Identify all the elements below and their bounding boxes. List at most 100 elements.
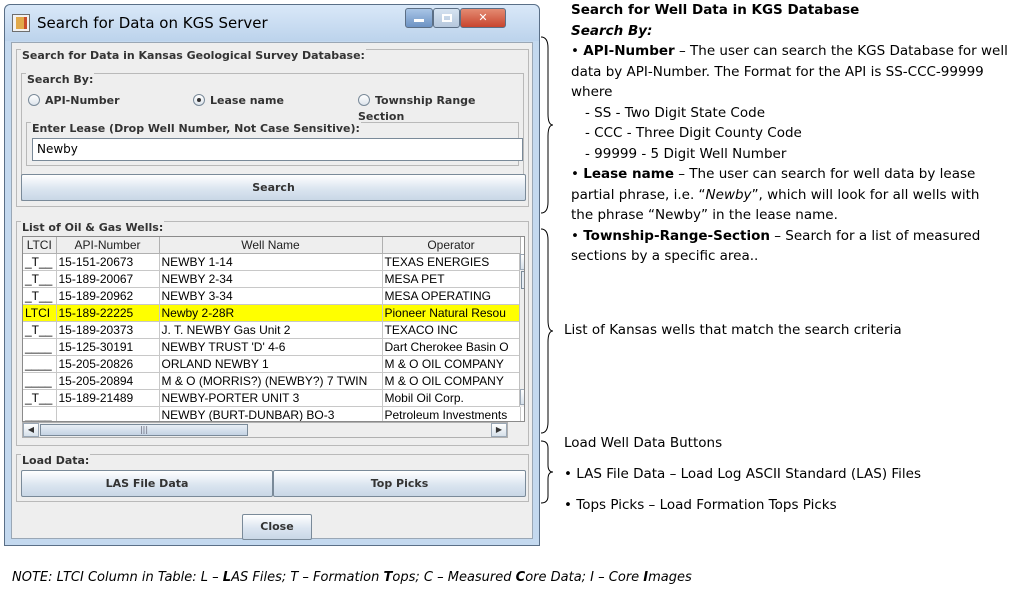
scroll-up-icon[interactable]: ▲: [520, 254, 524, 270]
table-row[interactable]: ____ NEWBY (BURT-DUNBAR) BO-3 Petroleum In…: [23, 406, 521, 421]
cell-well-name: NEWBY TRUST 'D' 4-6: [159, 338, 383, 356]
scroll-down-icon[interactable]: ▼: [520, 389, 524, 405]
window-client-area: Search for Data in Kansas Geological Sur…: [11, 42, 533, 540]
cell-well-name: NEWBY 1-14: [159, 253, 383, 271]
cell-api: 15-189-22225: [56, 304, 160, 322]
table-horizontal-scrollbar[interactable]: ◀ ||| ▶: [22, 422, 508, 438]
radio-lease-name[interactable]: Lease name: [193, 93, 284, 109]
col-header-well-name[interactable]: Well Name: [159, 237, 383, 254]
radio-trs-label: Township Range Section: [358, 94, 476, 123]
wells-panel-title: List of Oil & Gas Wells:: [21, 221, 165, 234]
search-panel-title: Search for Data in Kansas Geological Sur…: [21, 49, 366, 62]
cell-ltci: _T__: [23, 321, 57, 339]
cell-api: 15-125-30191: [56, 338, 160, 356]
search-button[interactable]: Search: [21, 174, 526, 201]
cell-ltci: ____: [23, 372, 57, 390]
table-vertical-scrollbar[interactable]: ▲ ▼: [519, 254, 524, 407]
cell-operator: MESA PET: [382, 270, 521, 288]
table-row[interactable]: ____ 15-125-30191 NEWBY TRUST 'D' 4-6 Dart …: [23, 338, 521, 356]
minimize-icon: [414, 19, 424, 22]
table-row[interactable]: _T__ 15-151-20673 NEWBY 1-14 TEXAS ENERGIES: [23, 253, 521, 271]
col-header-operator[interactable]: Operator: [382, 237, 521, 254]
list-brace: [540, 228, 554, 434]
search-by-title: Search By:: [26, 73, 95, 86]
col-header-api-number[interactable]: API-Number: [56, 237, 160, 254]
search-annotation-api-ccc: - CCC - Three Digit County Code: [585, 125, 802, 141]
ltci-note: NOTE: LTCI Column in Table: L – LAS File…: [12, 570, 692, 585]
col-header-ltci[interactable]: LTCI: [23, 237, 57, 254]
cell-operator: M & O OIL COMPANY: [382, 355, 521, 373]
load-annotation-heading: Load Well Data Buttons: [564, 435, 723, 451]
radio-lease-name-dot: [193, 94, 205, 106]
radio-api-number[interactable]: API-Number: [28, 93, 120, 109]
cell-well-name: J. T. NEWBY Gas Unit 2: [159, 321, 383, 339]
cell-api: 15-189-21489: [56, 389, 160, 407]
search-annotation-api-99999: - 99999 - 5 Digit Well Number: [585, 145, 787, 162]
java-cup-icon: [12, 14, 30, 32]
cell-operator: Dart Cherokee Basin O: [382, 338, 521, 356]
cell-api: 15-189-20962: [56, 287, 160, 305]
cell-operator: M & O OIL COMPANY: [382, 372, 521, 390]
cell-api: 15-189-20067: [56, 270, 160, 288]
cell-ltci: ____: [23, 355, 57, 373]
kgs-search-window: Search for Data on KGS Server ✕ Search f…: [4, 4, 540, 546]
cell-api: 15-151-20673: [56, 253, 160, 271]
wells-table: LTCI API-Number Well Name Operator _T__ 1…: [22, 236, 525, 422]
search-annotation-api-format: data by API-Number. The Format for the A…: [571, 63, 984, 80]
cell-well-name: NEWBY 2-34: [159, 270, 383, 288]
cell-ltci: _T__: [23, 253, 57, 271]
cell-ltci: _T__: [23, 287, 57, 305]
search-brace: [540, 36, 554, 214]
close-window-button[interactable]: ✕: [460, 8, 506, 28]
cell-api: [56, 406, 160, 421]
top-picks-button[interactable]: Top Picks: [273, 470, 526, 497]
search-annotation-trs: • Township-Range-Section – Search for a …: [571, 227, 981, 244]
las-file-data-button[interactable]: LAS File Data: [21, 470, 273, 497]
cell-well-name: NEWBY 3-34: [159, 287, 383, 305]
title-bar[interactable]: Search for Data on KGS Server ✕: [5, 5, 539, 41]
radio-lease-name-label: Lease name: [210, 94, 284, 107]
table-row[interactable]: _T__ 15-189-20373 J. T. NEWBY Gas Unit 2 TE…: [23, 321, 521, 339]
cell-ltci: _T__: [23, 270, 57, 288]
wells-grid: LTCI API-Number Well Name Operator _T__ 1…: [23, 237, 521, 421]
table-row[interactable]: _T__ 15-189-21489 NEWBY-PORTER UNIT 3 Mobil…: [23, 389, 521, 407]
cell-well-name: NEWBY-PORTER UNIT 3: [159, 389, 383, 407]
lease-name-input[interactable]: Newby: [32, 138, 523, 161]
minimize-button[interactable]: [405, 8, 433, 28]
cell-ltci: _T__: [23, 389, 57, 407]
load-brace: [540, 440, 554, 504]
search-annotation-lease-end: the phrase “Newby” in the lease name.: [571, 207, 838, 223]
cell-well-name: M & O (MORRIS?) (NEWBY?) 7 TWIN: [159, 372, 383, 390]
table-row[interactable]: ____ 15-205-20826 ORLAND NEWBY 1M & O OIL …: [23, 355, 521, 373]
close-button[interactable]: Close: [242, 514, 312, 540]
load-annotation-tops: • Tops Picks – Load Formation Tops Picks: [564, 497, 837, 513]
cell-operator: TEXAS ENERGIES: [382, 253, 521, 271]
search-annotation-trs-end: sections by a specific area..: [571, 248, 759, 264]
scroll-left-icon[interactable]: ◀: [23, 423, 39, 437]
table-row-selected[interactable]: LTCI 15-189-22225 Newby 2-28R Pioneer Natur…: [23, 304, 521, 322]
lease-group-title: Enter Lease (Drop Well Number, Not Case …: [31, 122, 361, 135]
cell-operator: Mobil Oil Corp.: [382, 389, 521, 407]
load-data-panel: Load Data: LAS File Data Top Picks: [16, 454, 529, 502]
search-annotation-lease: • Lease name – The user can search for w…: [571, 166, 976, 182]
table-row[interactable]: _T__ 15-189-20962 NEWBY 3-34 MESA OPERATING: [23, 287, 521, 305]
search-annotation: Search for Well Data in KGS Database Sea…: [571, 0, 1008, 267]
search-annotation-lease-phrase: partial phrase, i.e. “Newby”, which will…: [571, 186, 980, 203]
list-annotation: List of Kansas wells that match the sear…: [564, 322, 902, 338]
table-row[interactable]: _T__ 15-189-20067 NEWBY 2-34 MESA PET: [23, 270, 521, 288]
radio-township-range-section[interactable]: Township Range Section: [358, 93, 523, 123]
vertical-scroll-thumb[interactable]: [521, 271, 524, 289]
cell-operator: TEXACO INC: [382, 321, 521, 339]
cell-well-name: Newby 2-28R: [159, 304, 383, 322]
horizontal-scroll-thumb[interactable]: |||: [40, 424, 248, 436]
cell-operator: MESA OPERATING: [382, 287, 521, 305]
cell-well-name: ORLAND NEWBY 1: [159, 355, 383, 373]
search-annotation-heading: Search for Well Data in KGS Database: [571, 2, 860, 18]
scroll-right-icon[interactable]: ▶: [491, 423, 507, 437]
table-row[interactable]: ____ 15-205-20894 M & O (MORRIS?) (NEWBY?)…: [23, 372, 521, 390]
search-annotation-search-by: Search By:: [571, 22, 653, 39]
cell-api: 15-189-20373: [56, 321, 160, 339]
maximize-button[interactable]: [433, 8, 460, 28]
cell-operator: Petroleum Investments: [382, 406, 521, 421]
window-title: Search for Data on KGS Server: [37, 14, 268, 32]
